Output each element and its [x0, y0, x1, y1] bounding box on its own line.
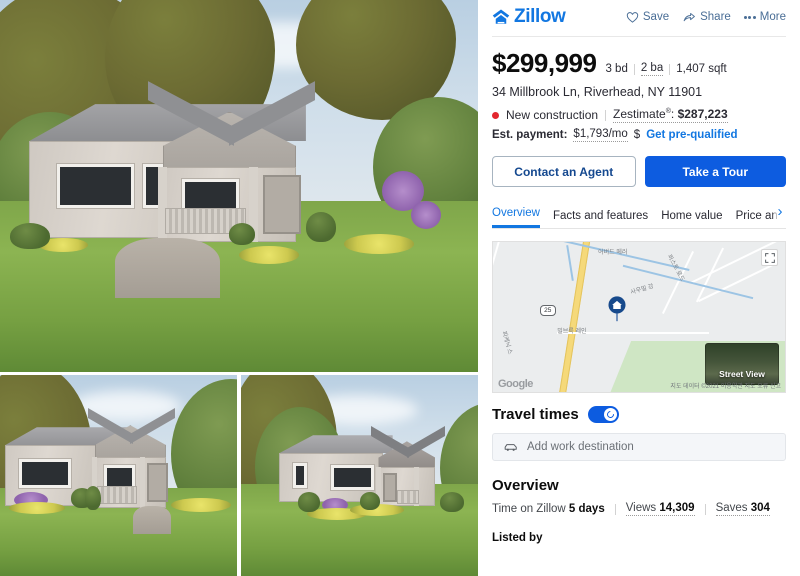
cta-row: Contact an Agent Take a Tour: [492, 156, 786, 187]
stat-saves-value: 304: [750, 502, 770, 514]
street-view-thumbnail[interactable]: Street View: [705, 343, 779, 385]
route-shield-25: 25: [539, 305, 556, 316]
zestimate-trademark: ®: [665, 108, 671, 115]
location-map[interactable]: 25 어버드 메러 사우밀 강 퍼스트 로드 밀브룩 레인 피케닉 스 Stre…: [492, 241, 786, 393]
share-label: Share: [700, 11, 731, 23]
take-a-tour-button[interactable]: Take a Tour: [644, 156, 786, 187]
zestimate-label: Zestimate: [613, 107, 666, 121]
stat-saves: Saves 304: [715, 502, 770, 516]
car-icon: [504, 443, 517, 451]
baths-value: 2 ba: [640, 62, 664, 76]
payment-value: $1,793/mo: [573, 128, 628, 142]
tab-overview[interactable]: Overview: [492, 207, 540, 228]
stat-time-value: 5 days: [568, 503, 605, 515]
dollar-badge-icon: $: [633, 129, 641, 141]
stat-views-value: 14,309: [659, 502, 695, 514]
home-pin-icon: [608, 296, 626, 322]
hero-photo[interactable]: [0, 0, 478, 372]
listing-page: Zillow Save Share More $299,999 3 bd 2 b…: [0, 0, 800, 576]
status-row: New construction Zestimate®: $287,223: [492, 107, 786, 123]
photo-gallery: [0, 0, 478, 576]
street-view-label: Street View: [719, 369, 765, 379]
zillow-logo[interactable]: Zillow: [492, 6, 566, 28]
work-destination-input[interactable]: Add work destination: [492, 433, 786, 461]
save-label: Save: [642, 11, 670, 23]
stat-views-label: Views: [625, 502, 657, 514]
beds-value: 3 bd: [605, 63, 628, 75]
tab-home-value[interactable]: Home value: [661, 210, 722, 228]
travel-times-toggle[interactable]: [587, 406, 619, 423]
zestimate: Zestimate®: $287,223: [613, 107, 728, 123]
map-label-3: 밀브룩 레인: [557, 329, 587, 335]
thumbnail-photo-1[interactable]: [0, 375, 237, 576]
more-label: More: [759, 11, 786, 23]
stat-views: Views 14,309: [625, 502, 695, 516]
work-destination-placeholder: Add work destination: [527, 441, 634, 453]
price-row: $299,999 3 bd 2 ba 1,407 sqft: [492, 48, 786, 79]
listing-detail-panel: Zillow Save Share More $299,999 3 bd 2 b…: [478, 0, 800, 576]
travel-times-title: Travel times: [492, 406, 579, 423]
more-button[interactable]: More: [743, 11, 786, 23]
travel-times-header: Travel times: [492, 406, 786, 423]
tab-list: Overview Facts and features Home value P…: [492, 202, 786, 228]
share-arrow-icon: [683, 12, 695, 21]
save-button[interactable]: Save: [626, 11, 669, 24]
header-actions: Save Share More: [626, 11, 786, 24]
map-expand-button[interactable]: [761, 249, 778, 266]
chevron-right-icon[interactable]: ›: [772, 201, 788, 221]
overview-title: Overview: [492, 477, 559, 494]
key-facts: 3 bd 2 ba 1,407 sqft: [605, 62, 727, 76]
thumbnail-photo-2[interactable]: [241, 375, 478, 576]
listing-price: $299,999: [492, 48, 597, 78]
thumb1-scene: [0, 375, 237, 576]
tab-bar: Overview Facts and features Home value P…: [492, 201, 788, 229]
header-divider: [492, 36, 786, 37]
map-attribution: 지도 데이터 ©2021 이용약관 지도 오류 신고: [670, 384, 781, 390]
zillow-house-icon: [492, 9, 510, 24]
overview-stats: Time on Zillow 5 days Views 14,309 Saves…: [492, 502, 786, 516]
payment-row: Est. payment: $1,793/mo $ Get pre-qualif…: [492, 128, 786, 142]
status-dot-icon: [492, 111, 499, 119]
stat-saves-label: Saves: [715, 502, 748, 514]
share-button[interactable]: Share: [682, 11, 731, 24]
heart-icon: [626, 11, 639, 23]
google-logo: Google: [498, 378, 533, 390]
stat-time-on-zillow: Time on Zillow 5 days: [492, 503, 605, 515]
tab-facts-and-features[interactable]: Facts and features: [553, 210, 648, 228]
zillow-wordmark: Zillow: [514, 6, 566, 27]
sqft-value: 1,407 sqft: [676, 63, 727, 75]
get-prequalified-link[interactable]: Get pre-qualified: [646, 129, 737, 141]
status-label: New construction: [506, 108, 599, 122]
stat-time-label: Time on Zillow: [492, 503, 566, 515]
panel-header: Zillow Save Share More: [478, 0, 800, 36]
thumbnail-strip: [0, 375, 478, 576]
ellipsis-icon: [743, 15, 756, 19]
thumb2-scene: [241, 375, 478, 576]
hero-scene: [0, 0, 478, 372]
listed-by-heading: Listed by: [492, 532, 543, 544]
listing-address: 34 Millbrook Ln, Riverhead, NY 11901: [492, 85, 703, 99]
toggle-knob: [603, 408, 617, 421]
payment-label: Est. payment:: [492, 129, 568, 141]
zestimate-value: $287,223: [677, 107, 728, 121]
expand-icon: [764, 252, 775, 263]
contact-agent-button[interactable]: Contact an Agent: [492, 156, 636, 187]
map-label-0: 어버드 메러: [598, 249, 628, 256]
